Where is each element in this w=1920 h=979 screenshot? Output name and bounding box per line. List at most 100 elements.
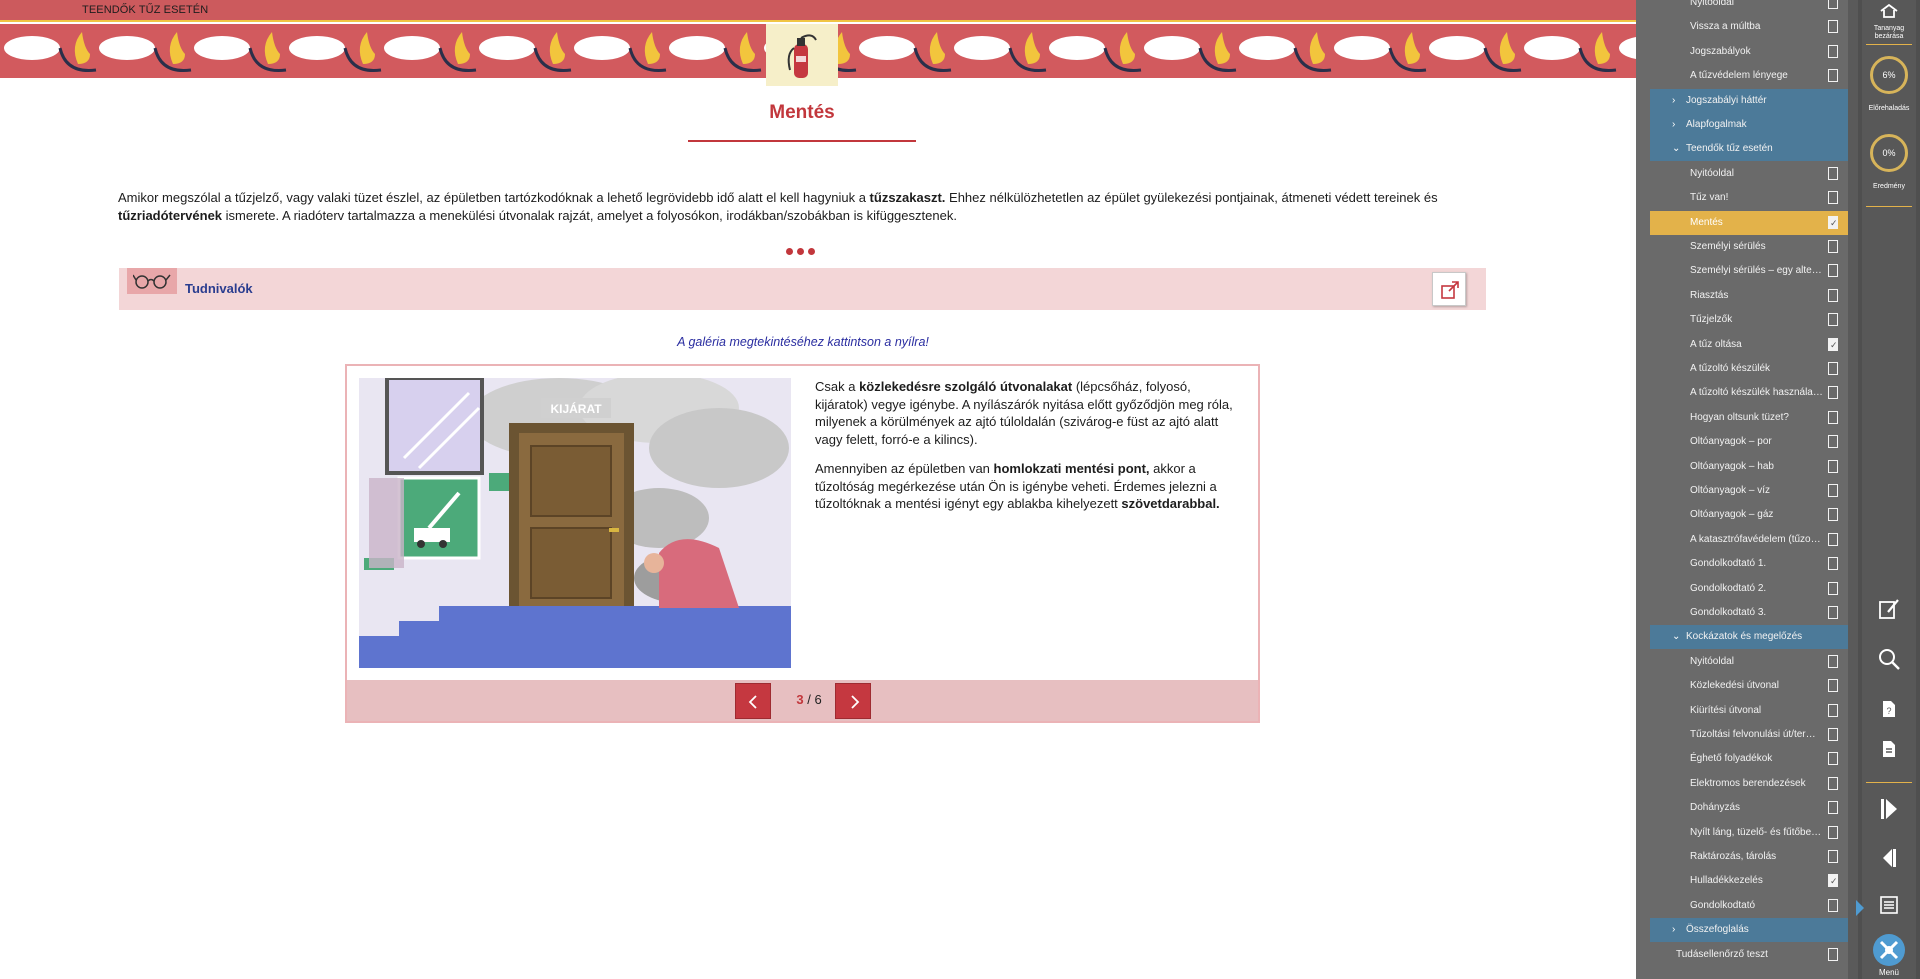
outline-item[interactable]: Oltóanyagok – hab	[1650, 455, 1848, 479]
outline-section[interactable]: ⌄ Teendők tűz esetén	[1650, 137, 1848, 162]
outline-item[interactable]: Riasztás	[1650, 284, 1848, 308]
outline-item-label: Nyitóoldal	[1690, 167, 1734, 179]
outline-item-label: Gondolkodtató 1.	[1690, 558, 1767, 570]
outline-item-label: Raktározás, tárolás	[1690, 851, 1777, 862]
outline-item[interactable]: Elektromos berendezések	[1650, 772, 1848, 796]
outline-item[interactable]: Nyílt láng, tüzelő- és fűtőbe…	[1650, 821, 1848, 845]
glossary-button[interactable]	[1862, 740, 1916, 763]
close-course-button[interactable]	[1862, 3, 1916, 23]
outline-item[interactable]: Vissza a múltba	[1650, 15, 1848, 39]
content-area: TEENDŐK TŰZ ESETÉN Mentés Amikor megszól…	[0, 0, 1636, 979]
notice-label: Tudnivalók	[185, 281, 253, 296]
progress-value: 6%	[1882, 70, 1896, 80]
outline-item[interactable]: A katasztrófavédelem (tűzo…	[1650, 528, 1848, 552]
outline-item[interactable]: Tűzjelzők	[1650, 308, 1848, 332]
outline-item[interactable]: Tűz van!	[1650, 186, 1848, 210]
outline-item[interactable]: Gondolkodtató 3.	[1650, 601, 1848, 625]
page-icon	[1828, 581, 1838, 595]
outline-item[interactable]: Gondolkodtató 2.	[1650, 577, 1848, 601]
outline-item[interactable]: Hulladékkezelés	[1650, 869, 1848, 893]
outline-item[interactable]: Mentés	[1650, 210, 1848, 235]
outline-item[interactable]: Oltóanyagok – gáz	[1650, 503, 1848, 527]
page-completed-icon	[1828, 869, 1838, 893]
search-icon	[1879, 649, 1900, 670]
notice-box: Tudnivalók	[119, 268, 1486, 310]
page-icon	[1828, 362, 1838, 375]
outline-item-label: Gondolkodtató	[1690, 899, 1756, 911]
outline-item[interactable]: Közlekedési útvonal	[1650, 674, 1848, 698]
gallery-caption: Csak a közlekedésre szolgáló útvonalakat…	[815, 378, 1245, 525]
outline-item-label: Riasztás	[1690, 289, 1729, 301]
page-icon	[1828, 679, 1838, 693]
external-link-button[interactable]	[1432, 272, 1466, 306]
chevron-down-icon: ⌄	[1672, 143, 1681, 155]
outline-item[interactable]: Oltóanyagok – víz	[1650, 479, 1848, 503]
previous-page-button[interactable]	[1862, 848, 1916, 873]
outline-section[interactable]: › Alapfogalmak	[1650, 113, 1848, 137]
result-ring: 0%	[1870, 134, 1908, 172]
result-value: 0%	[1882, 148, 1896, 158]
outline-item-label: Összefoglalás	[1686, 924, 1749, 936]
gallery-hint: A galéria megtekintéséhez kattintson a n…	[677, 335, 929, 349]
close-course-label-2: bezárása	[1874, 33, 1904, 40]
outline-item-label: Elektromos berendezések	[1690, 777, 1806, 789]
outline-item[interactable]: Tűzoltási felvonulási út/ter…	[1650, 723, 1848, 747]
outline-item[interactable]: Gondolkodtató	[1650, 894, 1848, 918]
next-page-button[interactable]	[1862, 798, 1916, 825]
edit-icon	[1879, 599, 1899, 619]
menu-button[interactable]	[1873, 934, 1905, 966]
page-icon	[1828, 264, 1838, 278]
outline-item[interactable]: Nyitóoldal	[1650, 162, 1848, 186]
help-document-icon: ?	[1883, 701, 1895, 717]
page-icon	[1828, 191, 1838, 205]
outline-item[interactable]: Nyitóoldal	[1650, 0, 1848, 15]
outline-item-label: A tűzvédelem lényege	[1690, 70, 1788, 82]
outline-item-label: Oltóanyagok – por	[1690, 436, 1772, 448]
outline-section[interactable]: › Jogszabályi háttér	[1650, 88, 1848, 113]
outline-item[interactable]: A tűzoltó készülék	[1650, 357, 1848, 381]
outline-item-label: Tűzjelzők	[1690, 314, 1733, 326]
page-icon	[1828, 654, 1838, 668]
outline-item-label: Nyílt láng, tüzelő- és fűtőbe…	[1690, 826, 1822, 838]
outline-item-label: A tűz oltása	[1690, 338, 1742, 350]
outline-item[interactable]: Gondolkodtató 1.	[1650, 552, 1848, 576]
outline-item[interactable]: A tűzoltó készülék használa…	[1650, 381, 1848, 405]
outline-section[interactable]: ⌄ Kockázatok és megelőzés	[1650, 625, 1848, 650]
next-page-icon	[1881, 799, 1897, 819]
outline-toggle-button[interactable]	[1862, 896, 1916, 919]
help-button[interactable]: ?	[1862, 700, 1916, 723]
slide-counter: 3 / 6	[796, 692, 822, 707]
home-icon	[1880, 3, 1898, 18]
outline-scrollbar[interactable]	[1848, 0, 1858, 979]
glossary-icon	[1883, 741, 1895, 757]
outline-item[interactable]: Dohányzás	[1650, 796, 1848, 820]
page-icon	[1828, 166, 1838, 180]
page-icon	[1828, 801, 1838, 815]
search-button[interactable]	[1862, 648, 1916, 675]
notes-button[interactable]	[1862, 598, 1916, 625]
outline-item[interactable]: Kiürítési útvonal	[1650, 699, 1848, 723]
page-completed-icon	[1828, 211, 1838, 235]
exit-sign-text: KIJÁRAT	[550, 401, 602, 416]
outline-item[interactable]: A tűzvédelem lényege	[1650, 64, 1848, 88]
outline-item[interactable]: Raktározás, tárolás	[1650, 845, 1848, 869]
outline-item-label: Vissza a múltba	[1690, 21, 1761, 33]
outline-item-label: Oltóanyagok – hab	[1690, 460, 1774, 472]
outline-item[interactable]: Oltóanyagok – por	[1650, 430, 1848, 454]
outline-item[interactable]: Éghető folyadékok	[1650, 747, 1848, 771]
outline-item[interactable]: Hogyan oltsunk tüzet?	[1650, 406, 1848, 430]
outline-item[interactable]: Tudásellenőrző teszt	[1650, 943, 1848, 967]
outline-item[interactable]: Jogszabályok	[1650, 40, 1848, 64]
page-icon	[1828, 410, 1838, 424]
top-bar: TEENDŐK TŰZ ESETÉN	[0, 0, 1636, 22]
outline-item-label: Jogszabályok	[1690, 45, 1751, 57]
next-slide-button[interactable]	[835, 683, 871, 719]
outline-item[interactable]: Személyi sérülés	[1650, 235, 1848, 259]
page-icon	[1828, 484, 1838, 497]
outline-item[interactable]: Nyitóoldal	[1650, 650, 1848, 674]
outline-item[interactable]: Személyi sérülés – egy alter…	[1650, 259, 1848, 283]
previous-slide-button[interactable]	[735, 683, 771, 719]
outline-item[interactable]: A tűz oltása	[1650, 333, 1848, 357]
outline-section[interactable]: › Összefoglalás	[1650, 918, 1848, 943]
page-icon	[1828, 20, 1838, 34]
